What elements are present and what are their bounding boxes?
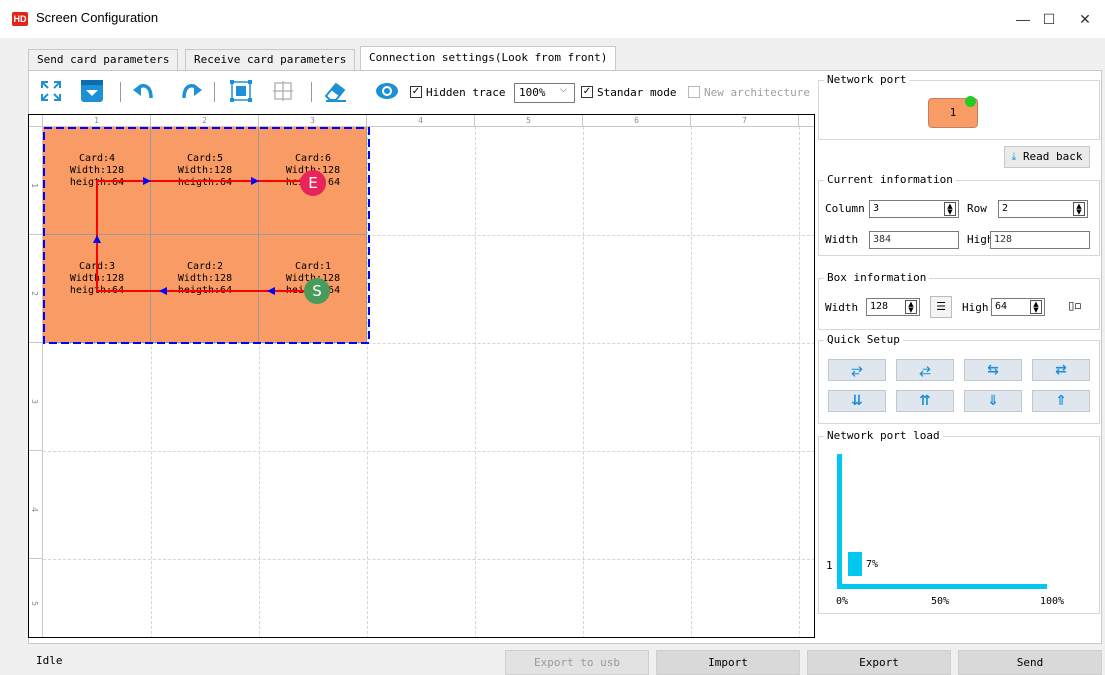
status-text: Idle	[36, 654, 63, 667]
row-label: Row	[967, 202, 987, 215]
box-information-title: Box information	[824, 271, 930, 284]
tab-receive-card-parameters[interactable]: Receive card parameters	[185, 49, 356, 71]
eye-icon[interactable]	[374, 78, 400, 104]
current-high-field: 128	[990, 231, 1090, 249]
tab-connection-settings[interactable]: Connection settings(Look from front)	[360, 46, 617, 71]
quick-setup-col-snake-down-right-button[interactable]: ⇓	[964, 390, 1022, 412]
box-information-group	[818, 278, 1100, 330]
load-tick-50: 50%	[931, 596, 950, 607]
box-high-label: High	[962, 301, 989, 314]
title-bar	[0, 0, 1105, 38]
network-port-load-title: Network port load	[824, 429, 943, 442]
window-title: Screen Configuration	[36, 10, 159, 25]
new-architecture-checkbox[interactable]	[688, 86, 700, 98]
toolbar-separator	[214, 82, 215, 102]
network-port-label: 1	[949, 106, 957, 119]
download-arrow-icon: ⤓	[1011, 150, 1017, 163]
load-bar	[848, 552, 862, 576]
export-button[interactable]: Export	[807, 650, 951, 675]
network-port-title: Network port	[824, 73, 910, 86]
vertical-split-icon[interactable]: ▯▫	[1064, 296, 1086, 318]
current-width-field: 384	[869, 231, 959, 249]
quick-setup-title: Quick Setup	[824, 333, 903, 346]
toolbar-separator	[311, 82, 312, 102]
box-width-spinner-icon[interactable]: ▲ ▼	[905, 300, 917, 314]
hidden-trace-label: Hidden trace	[426, 86, 506, 99]
quick-setup-row-snake-right-up-button[interactable]: ⇆	[964, 359, 1022, 381]
select-box-icon[interactable]	[228, 78, 254, 104]
download-icon[interactable]	[79, 78, 105, 104]
send-button[interactable]: Send	[958, 650, 1102, 675]
read-back-button[interactable]: ⤓ Read back	[1004, 146, 1090, 168]
load-tick-0: 0%	[836, 596, 849, 607]
redo-icon[interactable]	[178, 78, 204, 104]
read-back-label: Read back	[1022, 150, 1083, 163]
export-to-usb-button[interactable]: Export to usb	[505, 650, 649, 675]
zoom-value: 100%	[519, 86, 546, 99]
column-label: Column	[825, 202, 865, 215]
quick-setup-row-snake-right-button[interactable]: ⥂	[828, 359, 886, 381]
new-architecture-label: New architecture	[704, 86, 810, 99]
standard-mode-label: Standar mode	[597, 86, 677, 99]
load-chart-y-axis	[837, 454, 842, 588]
tab-send-card-parameters[interactable]: Send card parameters	[28, 49, 179, 71]
toolbar-separator	[120, 82, 121, 102]
box-high-spinner-icon[interactable]: ▲ ▼	[1030, 300, 1042, 314]
row-spinner-icon[interactable]: ▲ ▼	[1073, 202, 1085, 216]
start-marker: S	[304, 278, 330, 304]
load-value-label: 7%	[866, 559, 879, 570]
box-width-label: Width	[825, 301, 859, 314]
layout-canvas[interactable]: 1 2 3 4 5 6 7 1 2 3 4 5 Card:4 Width:128 h…	[28, 114, 815, 638]
quick-setup-row-snake-left-button[interactable]: ⥄	[896, 359, 954, 381]
width-label: Width	[825, 233, 859, 246]
quick-setup-col-snake-up-button[interactable]: ⇈	[896, 390, 954, 412]
load-port-label: 1	[826, 559, 833, 572]
load-chart-x-axis	[837, 584, 1047, 589]
grid-select-icon[interactable]	[270, 78, 296, 104]
end-marker: E	[300, 170, 326, 196]
undo-icon[interactable]	[131, 78, 157, 104]
hidden-trace-checkbox[interactable]: ✓	[410, 86, 422, 98]
horizontal-split-icon[interactable]: ☰	[930, 296, 952, 318]
load-tick-100: 100%	[1040, 596, 1065, 607]
quick-setup-col-snake-up-right-button[interactable]: ⇑	[1032, 390, 1090, 412]
import-button[interactable]: Import	[656, 650, 800, 675]
eraser-icon[interactable]	[322, 78, 348, 104]
chevron-down-icon[interactable]: ⌵	[560, 85, 567, 95]
current-information-title: Current information	[824, 173, 956, 186]
port-status-indicator	[965, 96, 976, 107]
quick-setup-col-snake-down-button[interactable]: ⇊	[828, 390, 886, 412]
app-logo: HD	[12, 12, 28, 26]
standard-mode-checkbox[interactable]: ✓	[581, 86, 593, 98]
fullscreen-icon[interactable]	[38, 78, 64, 104]
quick-setup-row-snake-left-up-button[interactable]: ⇄	[1032, 359, 1090, 381]
connection-trace	[43, 127, 370, 344]
column-spinner-icon[interactable]: ▲ ▼	[944, 202, 956, 216]
close-button[interactable]: ✕	[1062, 6, 1105, 32]
